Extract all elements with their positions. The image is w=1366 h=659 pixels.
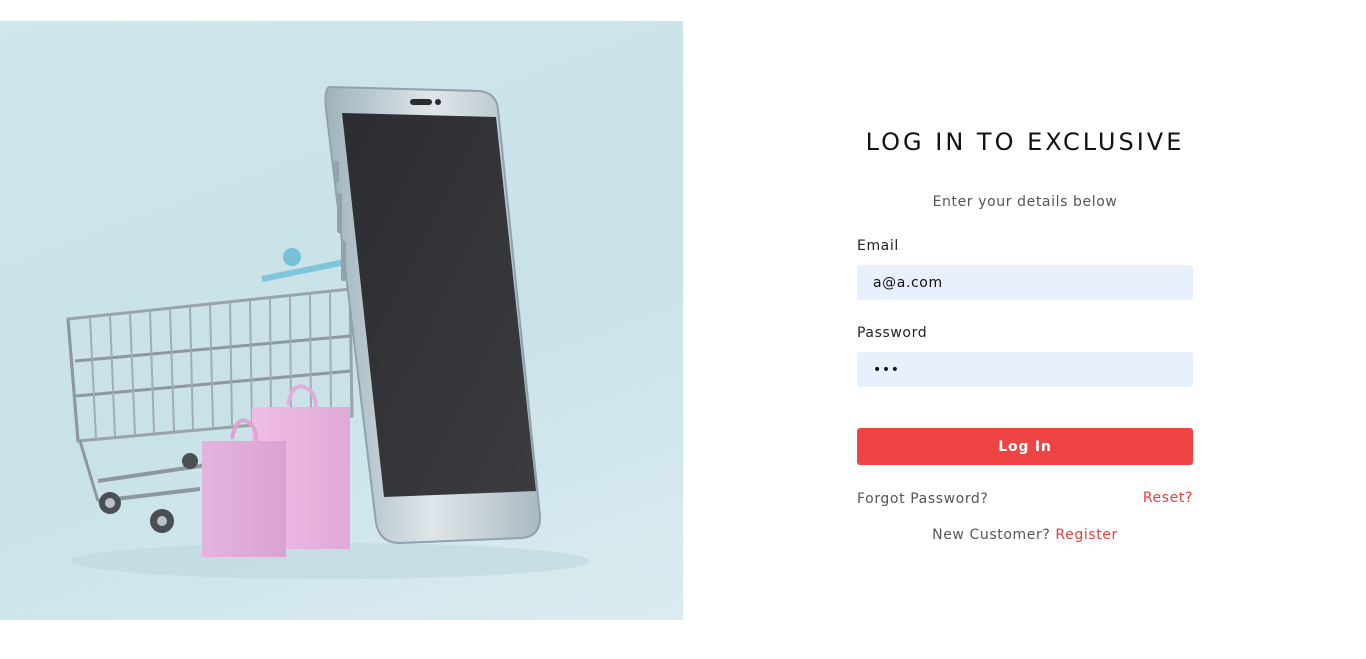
password-label: Password	[857, 325, 928, 341]
password-field[interactable]	[857, 352, 1193, 387]
new-customer-row: New Customer? Register	[857, 527, 1193, 543]
hero-image	[0, 21, 683, 620]
login-page: LOG IN TO EXCLUSIVE Enter your details b…	[0, 0, 1366, 659]
email-label: Email	[857, 238, 899, 254]
reset-link[interactable]: Reset?	[1143, 490, 1193, 506]
shopping-illustration	[66, 85, 590, 579]
email-field[interactable]	[857, 265, 1193, 300]
smartphone-icon	[324, 85, 542, 545]
forgot-password-text: Forgot Password?	[857, 491, 989, 507]
login-button[interactable]: Log In	[857, 428, 1193, 465]
page-subtitle: Enter your details below	[932, 194, 1118, 210]
register-link[interactable]: Register	[1055, 527, 1117, 543]
shopping-bag-icon	[202, 384, 350, 557]
new-customer-text: New Customer?	[932, 527, 1051, 543]
page-title: LOG IN TO EXCLUSIVE	[865, 128, 1185, 156]
